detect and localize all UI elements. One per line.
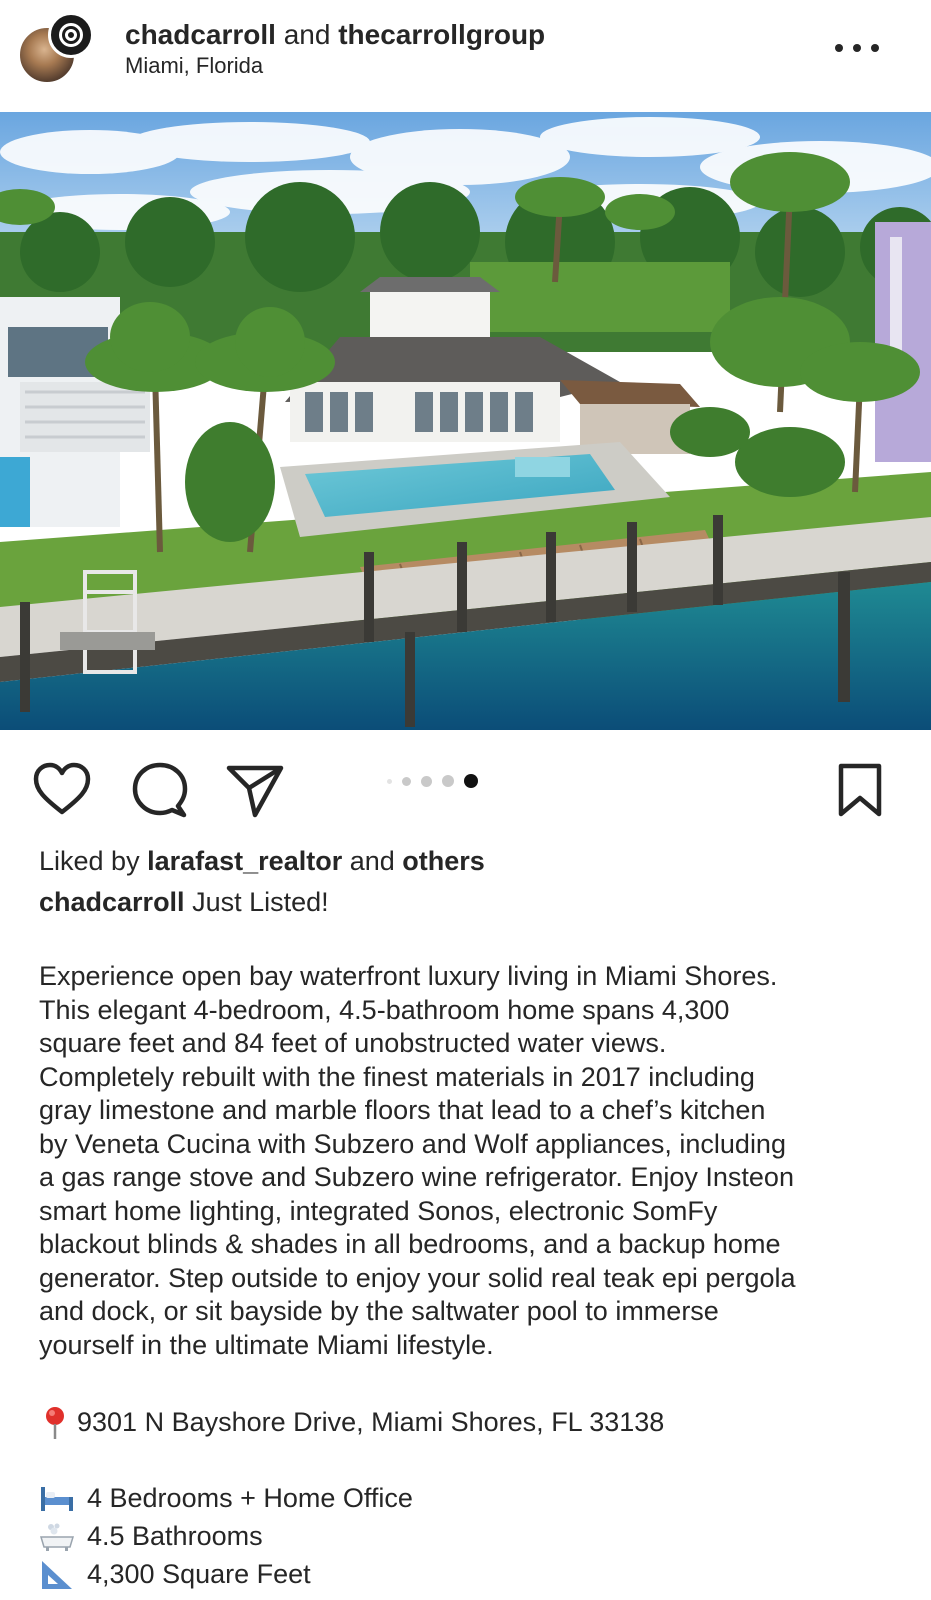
collab-avatar-badge xyxy=(48,12,94,58)
heart-icon[interactable] xyxy=(32,760,92,820)
liked-by-username[interactable]: larafast_realtor xyxy=(147,846,342,876)
feature-text: 4.5 Bathrooms xyxy=(87,1521,263,1551)
triangle-ruler-icon xyxy=(42,1560,72,1589)
caption-author[interactable]: chadcarroll xyxy=(39,887,185,917)
carousel-indicator xyxy=(387,773,478,789)
pin-icon xyxy=(46,1407,64,1439)
feature-bedrooms: 4 Bedrooms + Home Office xyxy=(39,1482,919,1516)
author-username[interactable]: chadcarroll xyxy=(125,19,276,50)
feature-text: 4 Bedrooms + Home Office xyxy=(87,1483,413,1513)
feature-text: 4,300 Square Feet xyxy=(87,1559,311,1589)
post-location[interactable]: Miami, Florida xyxy=(125,52,263,80)
send-icon[interactable] xyxy=(225,760,285,820)
caption-body-line: This elegant 4-bedroom, 4.5-bathroom hom… xyxy=(39,994,730,1025)
comment-icon[interactable] xyxy=(130,760,190,820)
caption-headline: Just Listed! xyxy=(192,887,329,917)
carousel-dot xyxy=(402,776,411,786)
caption-body-line: Experience open bay waterfront luxury li… xyxy=(39,961,778,991)
bathtub-icon xyxy=(39,1523,75,1551)
listing-address: 9301 N Bayshore Drive, Miami Shores, FL … xyxy=(39,1405,919,1441)
address-text: 9301 N Bayshore Drive, Miami Shores, FL … xyxy=(77,1407,665,1438)
liked-by-others[interactable]: others xyxy=(402,846,485,876)
carousel-dot xyxy=(421,775,432,787)
carousel-dot xyxy=(387,778,392,784)
avatar[interactable] xyxy=(16,12,96,90)
carousel-dot xyxy=(442,775,454,787)
caption-body-line: smart home lighting, integrated Sonos, e… xyxy=(39,1195,718,1226)
aerial-waterfront-home-photo xyxy=(0,112,931,730)
caption-body-line: blackout blinds & shades in all bedrooms… xyxy=(39,1229,781,1259)
caption-body-line: Completely rebuilt with the finest mater… xyxy=(39,1061,755,1092)
post-header: chadcarroll and thecarrollgroup Miami, F… xyxy=(0,0,931,112)
post-authors: chadcarroll and thecarrollgroup xyxy=(125,18,545,52)
bookmark-icon[interactable] xyxy=(835,760,885,820)
post-image[interactable] xyxy=(0,112,931,730)
authors-conjunction: and xyxy=(283,19,331,50)
caption-body-line: gray limestone and marble floors that le… xyxy=(39,1095,766,1125)
likes-conjunction: and xyxy=(349,846,395,876)
feature-square-feet: 4,300 Square Feet xyxy=(39,1558,919,1592)
caption-body-line: yourself in the ultimate Miami lifestyle… xyxy=(39,1329,494,1360)
caption-body-line: generator. Step outside to enjoy your so… xyxy=(39,1262,796,1293)
bed-icon xyxy=(41,1486,73,1511)
caption-body-line: square feet and 84 feet of unobstructed … xyxy=(39,1028,667,1058)
caption-headline-row: chadcarroll Just Listed! xyxy=(39,886,919,920)
more-options-icon[interactable] xyxy=(835,28,879,68)
feature-bathrooms: 4.5 Bathrooms xyxy=(39,1520,919,1554)
caption-body-line: by Veneta Cucina with Subzero and Wolf a… xyxy=(39,1128,786,1159)
likes-prefix: Liked by xyxy=(39,846,140,876)
carousel-dot-active xyxy=(464,774,478,788)
caption-body-line: a gas range stove and Subzero wine refri… xyxy=(39,1162,794,1192)
caption-body-line: and dock, or sit bayside by the saltwate… xyxy=(39,1296,719,1326)
likes-summary[interactable]: Liked by larafast_realtor and others xyxy=(39,845,919,879)
collaborator-username[interactable]: thecarrollgroup xyxy=(338,19,545,50)
caption-body: Experience open bay waterfront luxury li… xyxy=(39,960,919,1362)
